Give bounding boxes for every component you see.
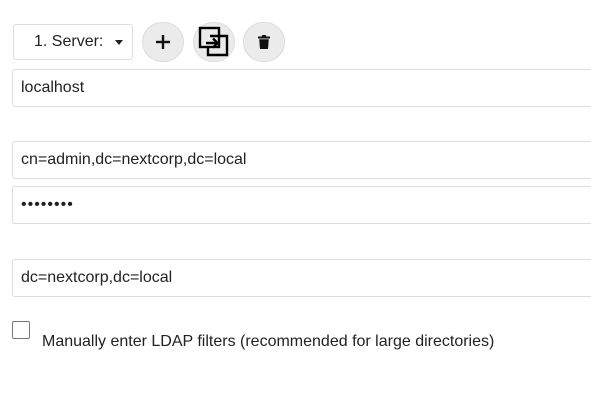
copy-server-button[interactable]	[193, 22, 235, 62]
server-select-value: 1. Server:	[34, 33, 104, 50]
manual-ldap-filters-label: Manually enter LDAP filters (recommended…	[42, 333, 495, 350]
plus-icon	[156, 35, 170, 49]
bind-dn-input[interactable]: cn=admin,dc=nextcorp,dc=local	[12, 141, 591, 179]
copy-icon	[198, 26, 229, 57]
ldap-host-input[interactable]: localhost	[12, 69, 591, 107]
add-server-button[interactable]	[142, 22, 184, 62]
chevron-down-icon	[115, 40, 123, 45]
server-select[interactable]: 1. Server:	[13, 24, 133, 60]
trash-icon	[258, 35, 270, 49]
manual-ldap-filters-checkbox[interactable]	[12, 321, 30, 339]
password-input[interactable]: ••••••••	[12, 186, 591, 224]
base-dn-input[interactable]: dc=nextcorp,dc=local	[12, 259, 591, 297]
delete-server-button[interactable]	[243, 22, 285, 62]
